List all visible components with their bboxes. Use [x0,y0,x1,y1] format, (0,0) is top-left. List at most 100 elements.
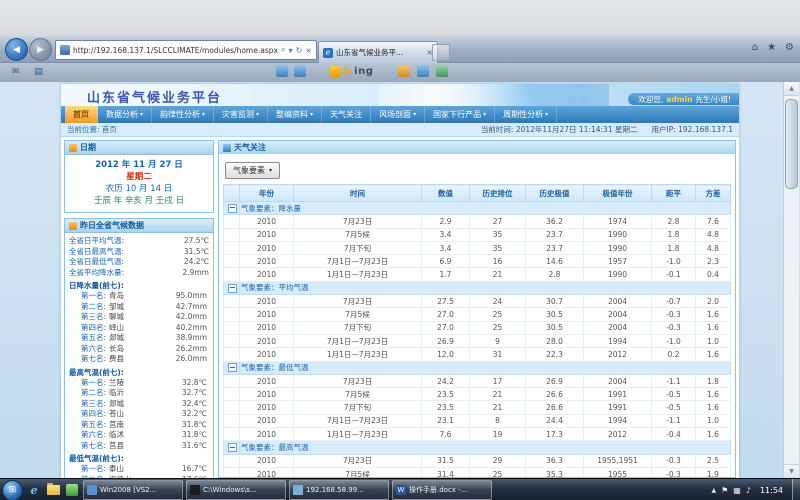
climate-panel: 昨日全省气候数据 全省日平均气温:27.5℃全省日最高气温:31.5℃全省日最低… [64,218,214,478]
favorites-star-icon[interactable]: ★ [767,42,776,53]
nav-item[interactable]: 韵律性分析▾ [152,106,214,123]
share-icon[interactable] [294,65,306,77]
rank-label: 第六名: [81,430,106,441]
weather-panel-icon [223,144,231,152]
collapse-icon[interactable] [228,284,237,293]
table-row[interactable]: 20107月5候31.42535.31955-0.31.9 [224,467,731,478]
group-expand-cell [224,281,240,294]
mail-icon[interactable]: ✉ [8,65,23,79]
table-row[interactable]: 20107月1日—7月23日23.1824.41994-1.11.0 [224,414,731,427]
element-filter-button[interactable]: 气象要素 ▾ [225,162,280,179]
nav-item[interactable]: 首页 [65,106,98,123]
refresh-icon[interactable]: ↻ [296,46,303,55]
table-row[interactable]: 20107月1日—7月23日6.91614.61957-1.02.3 [224,255,731,268]
tools-gear-icon[interactable]: ⚙ [785,42,794,53]
weather-table-body: 气象要素：降水量20107月23日2.92736.219742.87.62010… [224,202,731,479]
scroll-up-icon[interactable]: ▲ [784,82,799,96]
toolbar-weather-icon[interactable] [436,65,448,77]
nav-item[interactable]: 周期性分析▾ [495,106,557,123]
taskbar-window-button[interactable]: C:\Windows\s... [186,480,286,500]
table-row[interactable]: 20107月5候27.02530.52004-0.31.6 [224,308,731,321]
table-row[interactable]: 20101月1日—7月23日1.7212.81990-0.10.4 [224,268,731,281]
table-cell: 16 [470,255,526,268]
nav-item[interactable]: 整编资料▾ [268,106,322,123]
weather-panel-title: 天气关注 [234,142,266,153]
nav-item[interactable]: 国家下行产品▾ [425,106,495,123]
table-group-row[interactable]: 气象要素：降水量 [224,202,731,215]
table-row[interactable]: 20107月23日24.21726.92004-1.11.8 [224,374,731,387]
messenger-icon[interactable] [276,65,288,77]
table-row[interactable]: 20107月下旬27.02530.52004-0.31.6 [224,321,731,334]
welcome-suffix: 先生/小姐! [695,94,731,105]
vertical-scrollbar[interactable]: ▲ ▼ [783,82,799,478]
toolbar-addon-icon[interactable] [398,65,410,77]
calendar-icon [69,144,77,152]
table-cell: 27.5 [422,295,470,308]
home-icon[interactable]: ⌂ [752,42,758,53]
table-cell: 31.5 [422,454,470,467]
quicklaunch-explorer-icon[interactable] [45,482,61,498]
stop-icon[interactable]: × [305,46,312,55]
collapse-icon[interactable] [228,204,237,213]
table-cell: 23.7 [526,228,584,241]
table-cell: 2.5 [696,454,731,467]
table-row[interactable]: 20107月5候3.43523.719901.84.8 [224,228,731,241]
climate-section-title: 最低气温(前七): [69,453,209,464]
table-row[interactable]: 20107月下旬23.52126.61991-0.51.6 [224,401,731,414]
table-row[interactable]: 20101月1日—7月23日7.61917.32012-0.41.6 [224,428,731,441]
rank-value: 32.2℃ [182,409,209,420]
collapse-icon[interactable] [228,363,237,372]
browser-forward-button[interactable]: ▶ [29,38,52,61]
bing-logo[interactable]: b ing [330,66,373,77]
search-icon[interactable]: ⌕ [281,45,285,55]
address-bar[interactable]: http://192.168.137.1/SLCCLIMATE/modules/… [55,40,317,60]
table-row[interactable]: 20101月1日—7月23日12.03122.320120.21.6 [224,348,731,361]
tray-expand-icon[interactable]: ▲ [711,487,716,494]
tray-network-icon[interactable]: ▦ [733,486,741,495]
quicklaunch-app-icon[interactable] [64,482,80,498]
toolbar-translate-icon[interactable] [417,65,429,77]
taskbar-window-button[interactable]: W操作手册.docx -... [392,480,492,500]
table-row[interactable]: 20107月5候23.52126.61991-0.51.6 [224,388,731,401]
feed-icon[interactable]: ▤ [31,65,46,79]
taskbar-window-button[interactable]: 192.168.58.99... [289,480,389,500]
new-tab-button[interactable] [432,44,450,61]
page-favicon-icon [60,45,70,55]
nav-item[interactable]: 灾害监测▾ [214,106,268,123]
table-row[interactable]: 20107月23日27.52430.72004-0.72.0 [224,295,731,308]
chevron-down-icon[interactable]: ▾ [289,46,293,55]
climate-summary-line: 全省平均降水量:2.9mm [69,268,209,279]
system-tray: ▲ ⚑ ▦ ♪ 11:54 [711,479,800,500]
table-row[interactable]: 20107月23日2.92736.219742.87.6 [224,215,731,228]
scrollbar-thumb[interactable] [785,99,798,189]
collapse-icon[interactable] [228,443,237,452]
climate-panel-body: 全省日平均气温:27.5℃全省日最高气温:31.5℃全省日最低气温:24.2℃全… [65,233,213,478]
nav-item[interactable]: 数据分析▾ [98,106,152,123]
nav-item[interactable]: 天气关注 [322,106,371,123]
table-group-row[interactable]: 气象要素：最高气温 [224,441,731,454]
folder-icon [47,485,60,495]
url-text[interactable]: http://192.168.137.1/SLCCLIMATE/modules/… [73,46,278,55]
scroll-down-icon[interactable]: ▼ [784,464,799,478]
show-desktop-button[interactable] [792,479,800,500]
table-cell: 2004 [584,295,652,308]
table-group-row[interactable]: 气象要素：最低气温 [224,361,731,374]
table-cell: 1955,1951 [584,454,652,467]
rank-label: 第一名: [81,464,106,475]
table-group-row[interactable]: 气象要素：平均气温 [224,281,731,294]
browser-back-button[interactable]: ◀ [5,38,28,61]
quicklaunch-ie-icon[interactable]: e [26,482,42,498]
table-row[interactable]: 20107月23日31.52936.31955,1951-0.32.5 [224,454,731,467]
table-header-cell: 极值年份 [584,185,652,202]
window-icon [293,485,303,495]
table-row[interactable]: 20107月1日—7月23日26.9928.01994-1.01.0 [224,334,731,347]
table-cell: 7月23日 [294,454,422,467]
browser-tab[interactable]: e 山东省气候业务平... × [318,41,438,63]
taskbar-window-button[interactable]: Win2008 [VS2... [83,480,183,500]
nav-item[interactable]: 风场剖面▾ [371,106,425,123]
start-button[interactable]: ⊞ [2,480,23,500]
tray-volume-icon[interactable]: ♪ [746,486,751,495]
tray-flag-icon[interactable]: ⚑ [721,486,728,495]
table-row[interactable]: 20107月下旬3.43523.719901.84.8 [224,241,731,254]
taskbar-clock[interactable]: 11:54 [756,486,787,495]
